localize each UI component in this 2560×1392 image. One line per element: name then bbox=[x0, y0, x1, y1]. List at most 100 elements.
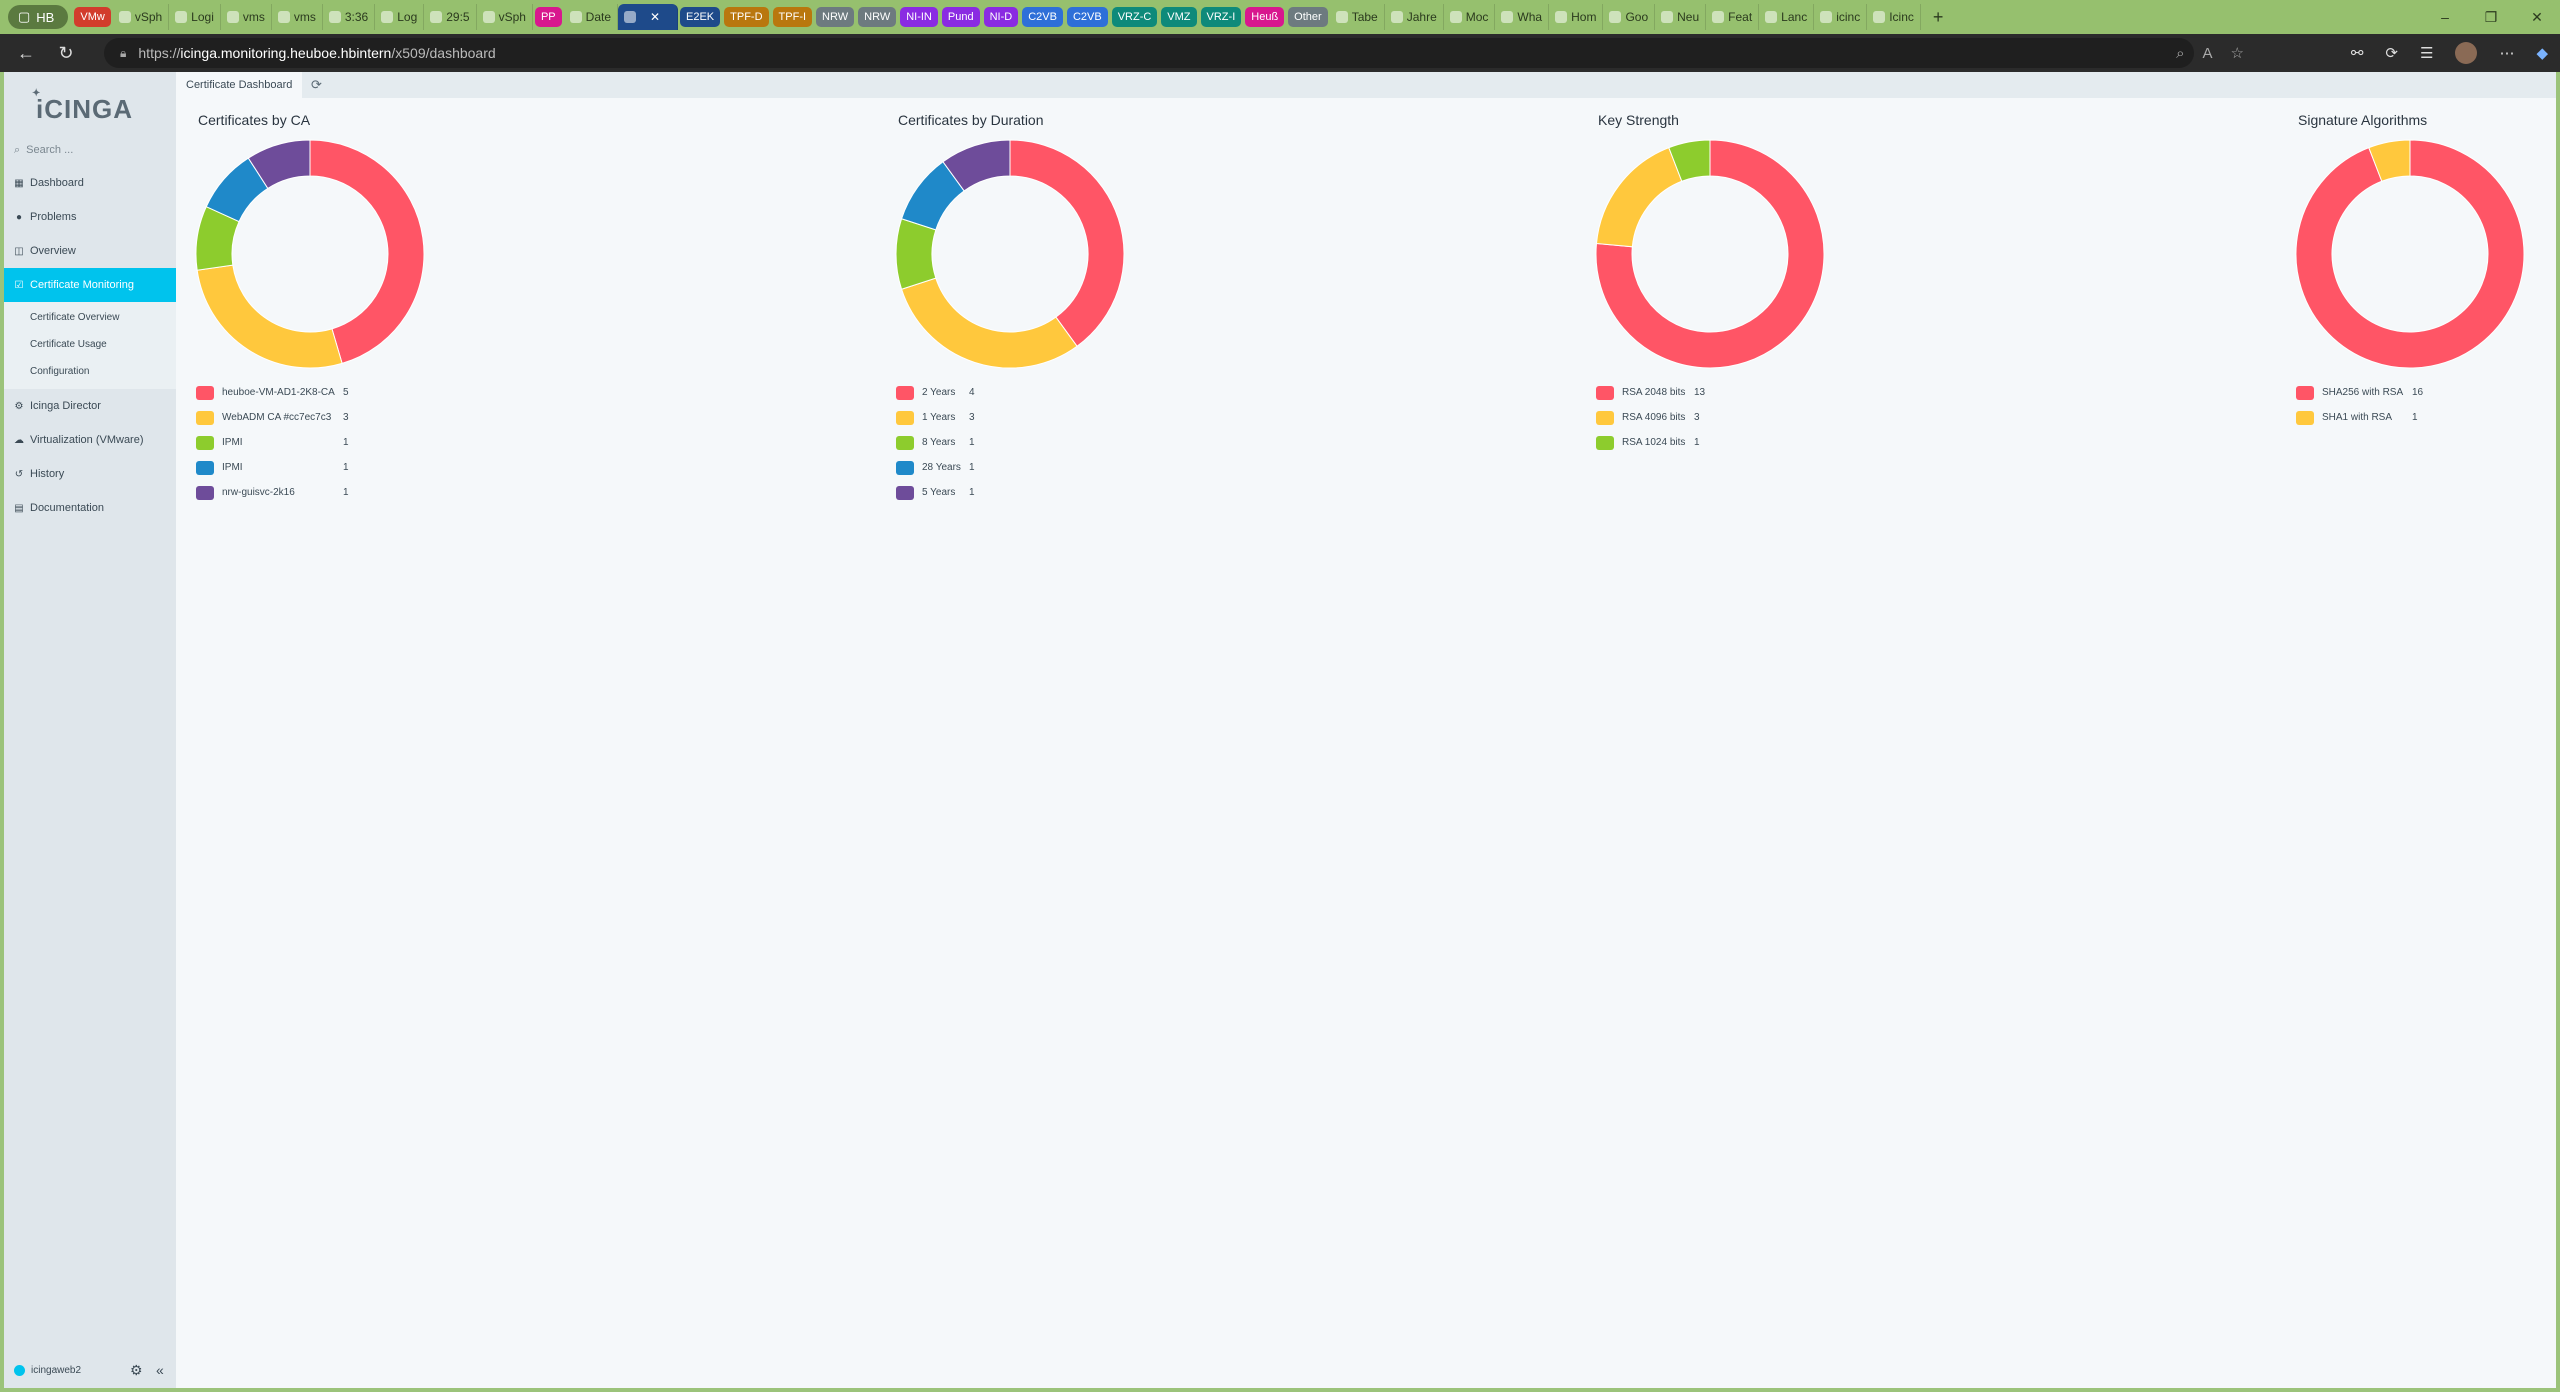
tab-group-chip[interactable]: Other bbox=[1288, 7, 1328, 27]
browser-tab[interactable]: 29:5 bbox=[424, 4, 477, 30]
legend-item[interactable]: 28 Years 1 bbox=[896, 455, 1190, 480]
sidebar-item-virtualization-vmware[interactable]: ☁ Virtualization (VMware) bbox=[4, 423, 176, 457]
sidebar-item-icinga-director[interactable]: ⚙ Icinga Director bbox=[4, 389, 176, 423]
browser-tab[interactable]: vms bbox=[221, 4, 272, 30]
browser-tab[interactable]: Log bbox=[375, 4, 425, 30]
tab-group-chip[interactable]: E2EK bbox=[680, 7, 721, 27]
legend-item[interactable]: 5 Years 1 bbox=[896, 480, 1190, 505]
browser-tab[interactable]: Date bbox=[564, 4, 619, 30]
submenu-item[interactable]: Certificate Overview bbox=[4, 304, 176, 331]
legend-item[interactable]: 8 Years 1 bbox=[896, 430, 1190, 455]
sidebar: ✦ iCINGA ⌕ Search ... ▦ Dashboard ● Problem… bbox=[4, 72, 184, 1388]
browser-tab[interactable]: vms bbox=[272, 4, 323, 30]
new-tab-button[interactable]: + bbox=[1933, 7, 1944, 28]
legend-item[interactable]: nrw-guisvc-2k16 1 bbox=[196, 480, 490, 505]
browser-tab[interactable]: Hom bbox=[1549, 4, 1604, 30]
legend-item[interactable]: RSA 4096 bits 3 bbox=[1596, 405, 1890, 430]
donut-slice[interactable] bbox=[1009, 139, 1125, 347]
legend-item[interactable]: RSA 2048 bits 13 bbox=[1596, 380, 1890, 405]
browser-tab[interactable]: icinc bbox=[1814, 4, 1868, 30]
legend-item[interactable]: IPMI 1 bbox=[196, 455, 490, 480]
icinga-logo[interactable]: ✦ iCINGA bbox=[4, 86, 176, 132]
legend-item[interactable]: IPMI 1 bbox=[196, 430, 490, 455]
sidebar-item-problems[interactable]: ● Problems bbox=[4, 200, 176, 234]
zoom-icon[interactable]: ⌕ bbox=[2176, 45, 2184, 62]
tab-group-chip[interactable]: PP bbox=[534, 7, 562, 27]
browser-tab[interactable]: vSph bbox=[477, 4, 533, 30]
close-window-icon[interactable]: ✕ bbox=[2514, 0, 2560, 34]
legend-count: 3 bbox=[1694, 412, 1700, 423]
legend-item[interactable]: SHA256 with RSA 16 bbox=[2296, 380, 2560, 405]
favorite-star-icon[interactable]: ☆ bbox=[2231, 44, 2244, 62]
chart-legend: SHA256 with RSA 16 SHA1 with RSA 1 bbox=[2296, 380, 2560, 430]
more-menu-icon[interactable]: ⋯ bbox=[2499, 44, 2514, 62]
browser-tab[interactable]: Icinc bbox=[1867, 4, 1921, 30]
tab-group-chip[interactable]: VMZ bbox=[1161, 7, 1197, 27]
legend-swatch bbox=[196, 485, 214, 500]
sidebar-item-overview[interactable]: ◫ Overview bbox=[4, 234, 176, 268]
sidebar-item-history[interactable]: ↺ History bbox=[4, 457, 176, 491]
tab-group-chip[interactable]: NI-IN bbox=[900, 7, 938, 27]
tab-group-chip[interactable]: TPF-I bbox=[772, 7, 813, 27]
sidebar-item-certificate-monitoring[interactable]: ☑ Certificate Monitoring bbox=[4, 268, 184, 302]
refresh-icon[interactable]: ⟳ bbox=[302, 72, 330, 98]
extension-icon[interactable]: ⚯ bbox=[2351, 44, 2364, 62]
browser-tab[interactable]: Moc bbox=[1444, 4, 1496, 30]
tab-group-chip[interactable]: TPF-D bbox=[724, 7, 769, 27]
tab-group-chip[interactable]: VRZ-C bbox=[1111, 7, 1158, 27]
legend-swatch bbox=[896, 410, 914, 425]
minimize-icon[interactable]: – bbox=[2422, 0, 2468, 34]
tab-group-chip[interactable]: NI-D bbox=[983, 7, 1019, 27]
restore-icon[interactable]: ❐ bbox=[2468, 0, 2514, 34]
browser-tab[interactable]: Feat bbox=[1706, 4, 1760, 30]
browser-tab[interactable]: Jahre bbox=[1385, 4, 1444, 30]
sidebar-item-dashboard[interactable]: ▦ Dashboard bbox=[4, 166, 176, 200]
tab-group-chip[interactable]: Heuß bbox=[1245, 7, 1285, 27]
browser-tab[interactable]: Wha bbox=[1495, 4, 1550, 30]
read-aloud-icon[interactable]: A bbox=[2203, 45, 2213, 62]
browser-tab[interactable]: 3:36 bbox=[323, 4, 376, 30]
submenu-item[interactable]: Configuration bbox=[4, 358, 176, 385]
reload-icon[interactable]: ↻ bbox=[46, 34, 86, 72]
sync-icon[interactable]: ⟳ bbox=[2385, 44, 2398, 62]
back-icon[interactable]: ← bbox=[6, 34, 46, 72]
legend-item[interactable]: 1 Years 3 bbox=[896, 405, 1190, 430]
legend-item[interactable]: SHA1 with RSA 1 bbox=[2296, 405, 2560, 430]
donut-slice[interactable] bbox=[196, 264, 343, 369]
browser-tab[interactable]: vSph bbox=[113, 4, 170, 30]
tab-certificate-dashboard[interactable]: Certificate Dashboard bbox=[176, 72, 303, 98]
account-avatar[interactable] bbox=[2455, 42, 2478, 64]
collapse-sidebar-icon[interactable]: « bbox=[156, 1362, 164, 1378]
donut-slice[interactable] bbox=[895, 218, 937, 290]
legend-item[interactable]: RSA 1024 bits 1 bbox=[1596, 430, 1890, 455]
legend-item[interactable]: 2 Years 4 bbox=[896, 380, 1190, 405]
tab-group-chip[interactable]: Pund bbox=[941, 7, 980, 27]
tab-group-chip[interactable]: NRW bbox=[858, 7, 897, 27]
browser-tab[interactable]: Goo bbox=[1603, 4, 1656, 30]
active-browser-tab[interactable]: ✕ bbox=[618, 4, 679, 30]
favorites-icon[interactable]: ☰ bbox=[2420, 44, 2433, 62]
user-name[interactable]: icingaweb2 bbox=[31, 1365, 81, 1376]
browser-tab[interactable]: Lanc bbox=[1759, 4, 1815, 30]
close-tab-icon[interactable]: ✕ bbox=[650, 10, 660, 24]
search-field[interactable]: ⌕ Search ... bbox=[14, 140, 176, 160]
sidebar-item-documentation[interactable]: ▤ Documentation bbox=[4, 491, 176, 525]
donut-slice[interactable] bbox=[1595, 147, 1683, 248]
profile-button[interactable]: ▢ HB bbox=[8, 5, 69, 29]
tab-group-chip[interactable]: VMw bbox=[74, 7, 111, 27]
tab-group-chip[interactable]: NRW bbox=[816, 7, 855, 27]
legend-item[interactable]: WebADM CA #cc7ec7c3 3 bbox=[196, 405, 490, 430]
copilot-icon[interactable]: ◆ bbox=[2536, 44, 2548, 62]
legend-item[interactable]: heuboe-VM-AD1-2K8-CA 5 bbox=[196, 380, 490, 405]
donut-slice[interactable] bbox=[900, 277, 1078, 369]
tab-group-chip[interactable]: C2VB bbox=[1022, 7, 1063, 27]
browser-tab[interactable]: Neu bbox=[1655, 4, 1707, 30]
browser-tab[interactable]: Logi bbox=[169, 4, 221, 30]
tab-favicon-icon bbox=[1335, 11, 1348, 23]
submenu-item[interactable]: Certificate Usage bbox=[4, 331, 176, 358]
tab-group-chip[interactable]: VRZ-I bbox=[1200, 7, 1242, 27]
tab-group-chip[interactable]: C2VB bbox=[1066, 7, 1108, 27]
gear-icon[interactable]: ⚙ bbox=[130, 1362, 143, 1379]
browser-tab[interactable]: Tabe bbox=[1330, 4, 1385, 30]
url-field[interactable]: 🔒︎ https://icinga.monitoring.heuboe.hbin… bbox=[104, 38, 2194, 68]
